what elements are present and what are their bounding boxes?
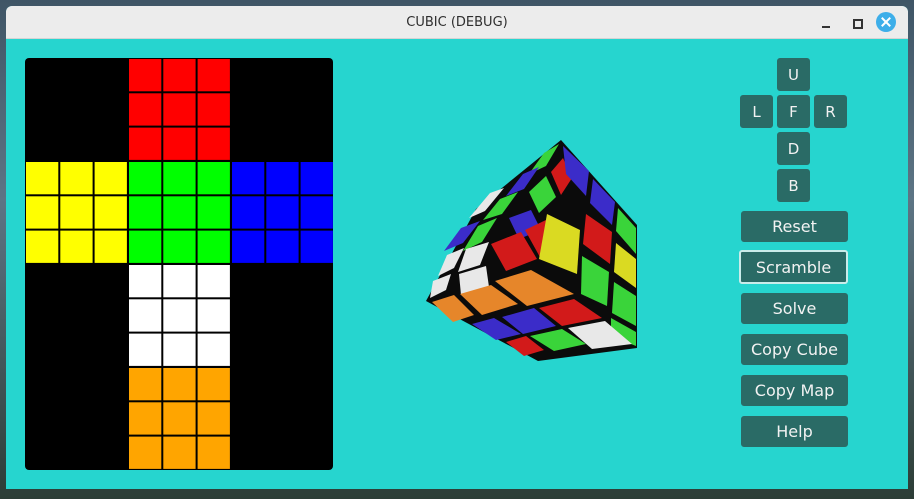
net-sticker <box>163 265 196 298</box>
net-sticker <box>129 436 162 469</box>
net-sticker <box>163 127 196 160</box>
net-sticker <box>163 299 196 332</box>
copy-cube-button[interactable]: Copy Cube <box>741 334 848 365</box>
net-sticker <box>197 299 230 332</box>
net-sticker <box>129 127 162 160</box>
net-sticker <box>163 402 196 435</box>
close-icon[interactable] <box>876 12 896 32</box>
reset-button[interactable]: Reset <box>741 211 848 242</box>
move-f-button[interactable]: F <box>777 95 810 128</box>
net-sticker <box>129 93 162 126</box>
cube-3d-view[interactable] <box>416 132 646 362</box>
copy-map-button[interactable]: Copy Map <box>741 375 848 406</box>
net-sticker <box>163 196 196 229</box>
title-bar: CUBIC (DEBUG) <box>6 6 908 39</box>
net-sticker <box>197 402 230 435</box>
net-sticker <box>266 162 299 195</box>
net-sticker <box>94 162 127 195</box>
net-sticker <box>26 196 59 229</box>
net-sticker <box>129 299 162 332</box>
net-sticker <box>129 333 162 366</box>
cube-net-grid <box>26 59 333 469</box>
net-sticker <box>129 59 162 92</box>
net-sticker <box>129 368 162 401</box>
net-sticker <box>197 230 230 263</box>
move-b-button[interactable]: B <box>777 169 810 202</box>
net-face-right <box>232 162 333 263</box>
net-sticker <box>60 196 93 229</box>
net-sticker <box>26 162 59 195</box>
cube-net <box>25 58 333 470</box>
net-face-left <box>26 162 127 263</box>
net-sticker <box>129 230 162 263</box>
net-sticker <box>266 196 299 229</box>
net-sticker <box>300 196 333 229</box>
window-title: CUBIC (DEBUG) <box>406 15 508 30</box>
net-sticker <box>60 230 93 263</box>
scramble-button[interactable]: Scramble <box>739 250 848 284</box>
net-face-back <box>129 368 230 469</box>
net-sticker <box>94 196 127 229</box>
net-sticker <box>163 93 196 126</box>
net-sticker <box>232 230 265 263</box>
net-sticker <box>163 162 196 195</box>
move-l-button[interactable]: L <box>740 95 773 128</box>
net-sticker <box>94 230 127 263</box>
net-sticker <box>197 127 230 160</box>
net-sticker <box>197 265 230 298</box>
net-sticker <box>60 162 93 195</box>
net-sticker <box>26 230 59 263</box>
net-sticker <box>197 333 230 366</box>
net-sticker <box>197 59 230 92</box>
net-sticker <box>300 162 333 195</box>
net-sticker <box>300 230 333 263</box>
net-sticker <box>163 59 196 92</box>
net-face-top <box>129 59 230 160</box>
net-sticker <box>163 333 196 366</box>
net-sticker <box>163 368 196 401</box>
net-sticker <box>232 196 265 229</box>
net-sticker <box>197 93 230 126</box>
maximize-icon[interactable] <box>848 14 866 32</box>
net-sticker <box>266 230 299 263</box>
net-sticker <box>197 368 230 401</box>
net-sticker <box>163 230 196 263</box>
net-sticker <box>197 162 230 195</box>
net-sticker <box>129 402 162 435</box>
net-face-front <box>129 162 230 263</box>
move-d-button[interactable]: D <box>777 132 810 165</box>
net-sticker <box>197 196 230 229</box>
solve-button[interactable]: Solve <box>741 293 848 324</box>
net-sticker <box>129 265 162 298</box>
net-sticker <box>129 162 162 195</box>
net-sticker <box>129 196 162 229</box>
net-sticker <box>232 162 265 195</box>
minimize-icon[interactable] <box>817 14 835 32</box>
app-window: CUBIC (DEBUG) U L F R D B Reset Scramble… <box>6 6 908 489</box>
net-face-down <box>129 265 230 366</box>
move-r-button[interactable]: R <box>814 95 847 128</box>
move-u-button[interactable]: U <box>777 58 810 91</box>
net-sticker <box>197 436 230 469</box>
net-sticker <box>163 436 196 469</box>
help-button[interactable]: Help <box>741 416 848 447</box>
